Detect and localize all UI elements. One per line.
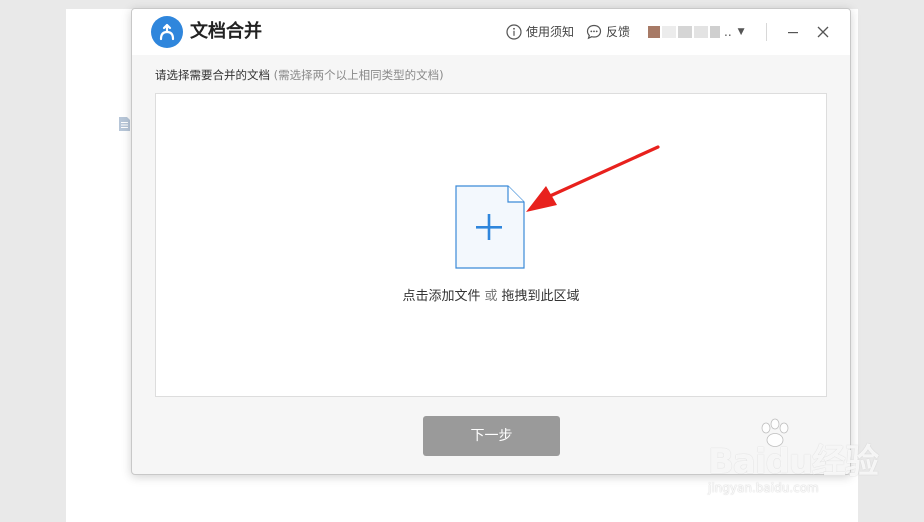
file-drop-area[interactable]: 点击添加文件或拖拽到此区域 (155, 93, 827, 397)
app-title: 文档合并 (190, 21, 262, 42)
usage-guide-label: 使用须知 (526, 25, 575, 39)
document-merge-dialog: 文档合并 使用须知 反馈 .. ▼ 请选择需要合并的文档 (需选择两个以上相同类… (131, 8, 851, 475)
feedback-label: 反馈 (606, 25, 631, 39)
hint-text: 请选择需要合并的文档 (155, 68, 270, 82)
feedback-button[interactable]: 反馈 (586, 22, 630, 42)
user-name-redacted (710, 26, 720, 38)
user-name-redacted (694, 26, 708, 38)
minimize-icon (788, 32, 798, 34)
info-circle-icon (506, 24, 522, 40)
titlebar-divider (766, 23, 767, 41)
usage-guide-button[interactable]: 使用须知 (506, 22, 574, 42)
caret-down-icon: ▼ (737, 27, 745, 37)
avatar (648, 26, 660, 38)
user-name-redacted (662, 26, 676, 38)
hint-subtext: (需选择两个以上相同类型的文档) (273, 68, 444, 82)
document-icon (119, 117, 130, 131)
user-name-redacted (678, 26, 692, 38)
close-button[interactable] (812, 21, 834, 43)
selection-hint: 请选择需要合并的文档 (需选择两个以上相同类型的文档) (155, 67, 444, 83)
drop-text-or: 或 (484, 289, 498, 304)
user-name-suffix: .. (724, 25, 732, 39)
app-logo-icon (151, 16, 183, 48)
chat-bubble-icon (586, 24, 602, 40)
next-step-button[interactable]: 下一步 (423, 416, 560, 456)
add-file-button[interactable] (455, 185, 525, 269)
minimize-button[interactable] (782, 21, 804, 43)
file-plus-icon (455, 185, 525, 269)
drop-text-drag: 拖拽到此区域 (501, 289, 580, 304)
drop-text-add: 点击添加文件 (402, 289, 481, 304)
drop-instruction: 点击添加文件或拖拽到此区域 (156, 288, 826, 306)
user-account-menu[interactable]: .. ▼ (648, 21, 748, 43)
close-icon (817, 26, 829, 38)
title-bar[interactable]: 文档合并 使用须知 反馈 .. ▼ (132, 9, 850, 55)
